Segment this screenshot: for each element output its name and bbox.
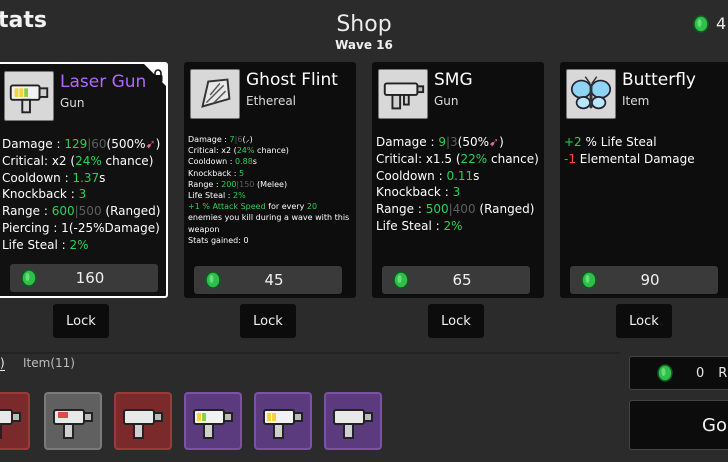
- coin-icon: [393, 271, 409, 289]
- damage-stat: Damage : 9|3(50%➹): [376, 135, 504, 149]
- lifesteal-effect: +2 % Life Steal: [564, 135, 657, 149]
- critical-stat: Critical: x2 (24% chance): [188, 146, 289, 156]
- damage-stat: Damage : 129|60(500%➹): [2, 137, 161, 151]
- inventory-slot[interactable]: [114, 392, 172, 450]
- butterfly-icon: [566, 69, 616, 119]
- inventory-slot[interactable]: [254, 392, 312, 450]
- lifesteal-stat: Life Steal : 2%: [2, 237, 89, 252]
- gun-icon: [333, 409, 373, 439]
- coin-icon: [21, 269, 37, 287]
- reroll-cost: 0: [696, 365, 705, 381]
- buy-button[interactable]: 65: [382, 266, 530, 294]
- item-type: Ethereal: [246, 94, 297, 108]
- cooldown-stat: Cooldown : 0.88s: [188, 157, 257, 167]
- cooldown-stat: Cooldown : 0.11s: [376, 168, 480, 183]
- item-type: Gun: [60, 96, 85, 110]
- knockback-stat: Knockback : 3: [2, 187, 87, 202]
- shop-card-laser-gun[interactable]: Laser Gun Gun Damage : 129|60(500%➹) Cri…: [0, 62, 168, 298]
- stat-list: Damage : 9|3(50%➹) Critical: x1.5 (22% c…: [376, 134, 540, 235]
- ranged-damage-icon: ➹: [489, 135, 500, 149]
- wave-indicator: Wave 16: [335, 38, 393, 52]
- item-name: Laser Gun: [60, 72, 147, 92]
- lock-button-ghost-flint[interactable]: Lock: [240, 304, 296, 338]
- gun-icon: [0, 409, 21, 439]
- gun-icon: [53, 409, 93, 439]
- buy-button[interactable]: 160: [10, 264, 158, 292]
- shop-card-ghost-flint[interactable]: Ghost Flint Ethereal Damage : 7|6(⸝) Cri…: [184, 62, 356, 298]
- piercing-stat: Piercing : 1(-25%Damage): [2, 220, 160, 235]
- tab-weapons[interactable]: ): [0, 356, 5, 371]
- divider: [0, 352, 620, 354]
- buy-button[interactable]: 90: [570, 266, 718, 294]
- coin-icon: [205, 271, 221, 289]
- laser-gun-icon: [263, 409, 303, 439]
- item-type: Item: [622, 94, 650, 108]
- lock-icon: [153, 69, 163, 82]
- go-button[interactable]: Go: [629, 400, 728, 450]
- coin-icon: [693, 14, 709, 33]
- stats-gained: Stats gained: 0: [188, 235, 249, 245]
- special-effect: +1 % Attack Speed for every 20 enemies y…: [188, 202, 350, 234]
- stat-list: +2 % Life Steal -1 Elemental Damage: [564, 134, 728, 168]
- inventory-slot[interactable]: [324, 392, 382, 450]
- lifesteal-stat: Life Steal : 2%: [376, 218, 463, 233]
- range-stat: Range : 500|400 (Ranged): [376, 202, 535, 217]
- elemental-damage-effect: -1 Elemental Damage: [564, 151, 695, 166]
- inventory-slot[interactable]: [44, 392, 102, 450]
- damage-stat: Damage : 7|6(⸝): [188, 135, 253, 144]
- lock-button-smg[interactable]: Lock: [428, 304, 484, 338]
- item-name: Butterfly: [622, 70, 696, 90]
- critical-stat: Critical: x2 (24% chance): [2, 153, 154, 168]
- ghost-flint-icon: [190, 69, 240, 119]
- shop-card-butterfly[interactable]: Butterfly Item +2 % Life Steal -1 Elemen…: [560, 62, 728, 298]
- reroll-button[interactable]: 0 R: [629, 356, 728, 390]
- item-type: Gun: [434, 94, 459, 108]
- lifesteal-stat: Life Steal : 2%: [188, 191, 246, 201]
- range-stat: Range : 200|150 (Melee): [188, 179, 288, 189]
- tab-items[interactable]: Item(11): [23, 356, 75, 370]
- reroll-label: R: [718, 365, 728, 381]
- knockback-stat: Knockback : 5: [188, 168, 245, 178]
- gun-icon: [123, 409, 163, 439]
- laser-gun-icon: [193, 409, 233, 439]
- inventory-slot[interactable]: [184, 392, 242, 450]
- knockback-stat: Knockback : 3: [376, 185, 461, 200]
- ranged-damage-icon: ➹: [145, 137, 156, 151]
- laser-gun-icon: [4, 71, 54, 121]
- coin-counter: 4: [692, 14, 726, 33]
- buy-button[interactable]: 45: [194, 266, 342, 294]
- stat-list: Damage : 129|60(500%➹) Critical: x2 (24%…: [2, 136, 166, 254]
- range-stat: Range : 600|500 (Ranged): [2, 204, 161, 219]
- item-name: Ghost Flint: [246, 70, 338, 90]
- coin-icon: [657, 364, 673, 382]
- page-title: Shop: [336, 12, 392, 37]
- inventory-slot[interactable]: [0, 392, 30, 450]
- coin-count: 4: [716, 14, 727, 33]
- critical-stat: Critical: x1.5 (22% chance): [376, 151, 539, 166]
- item-name: SMG: [434, 70, 473, 90]
- lock-button-laser-gun[interactable]: Lock: [53, 304, 109, 338]
- shop-card-smg[interactable]: SMG Gun Damage : 9|3(50%➹) Critical: x1.…: [372, 62, 544, 298]
- cooldown-stat: Cooldown : 1.37s: [2, 170, 106, 185]
- stat-list: Damage : 7|6(⸝) Critical: x2 (24% chance…: [188, 134, 352, 246]
- smg-icon: [378, 69, 428, 119]
- lock-button-butterfly[interactable]: Lock: [616, 304, 672, 338]
- coin-icon: [581, 271, 597, 289]
